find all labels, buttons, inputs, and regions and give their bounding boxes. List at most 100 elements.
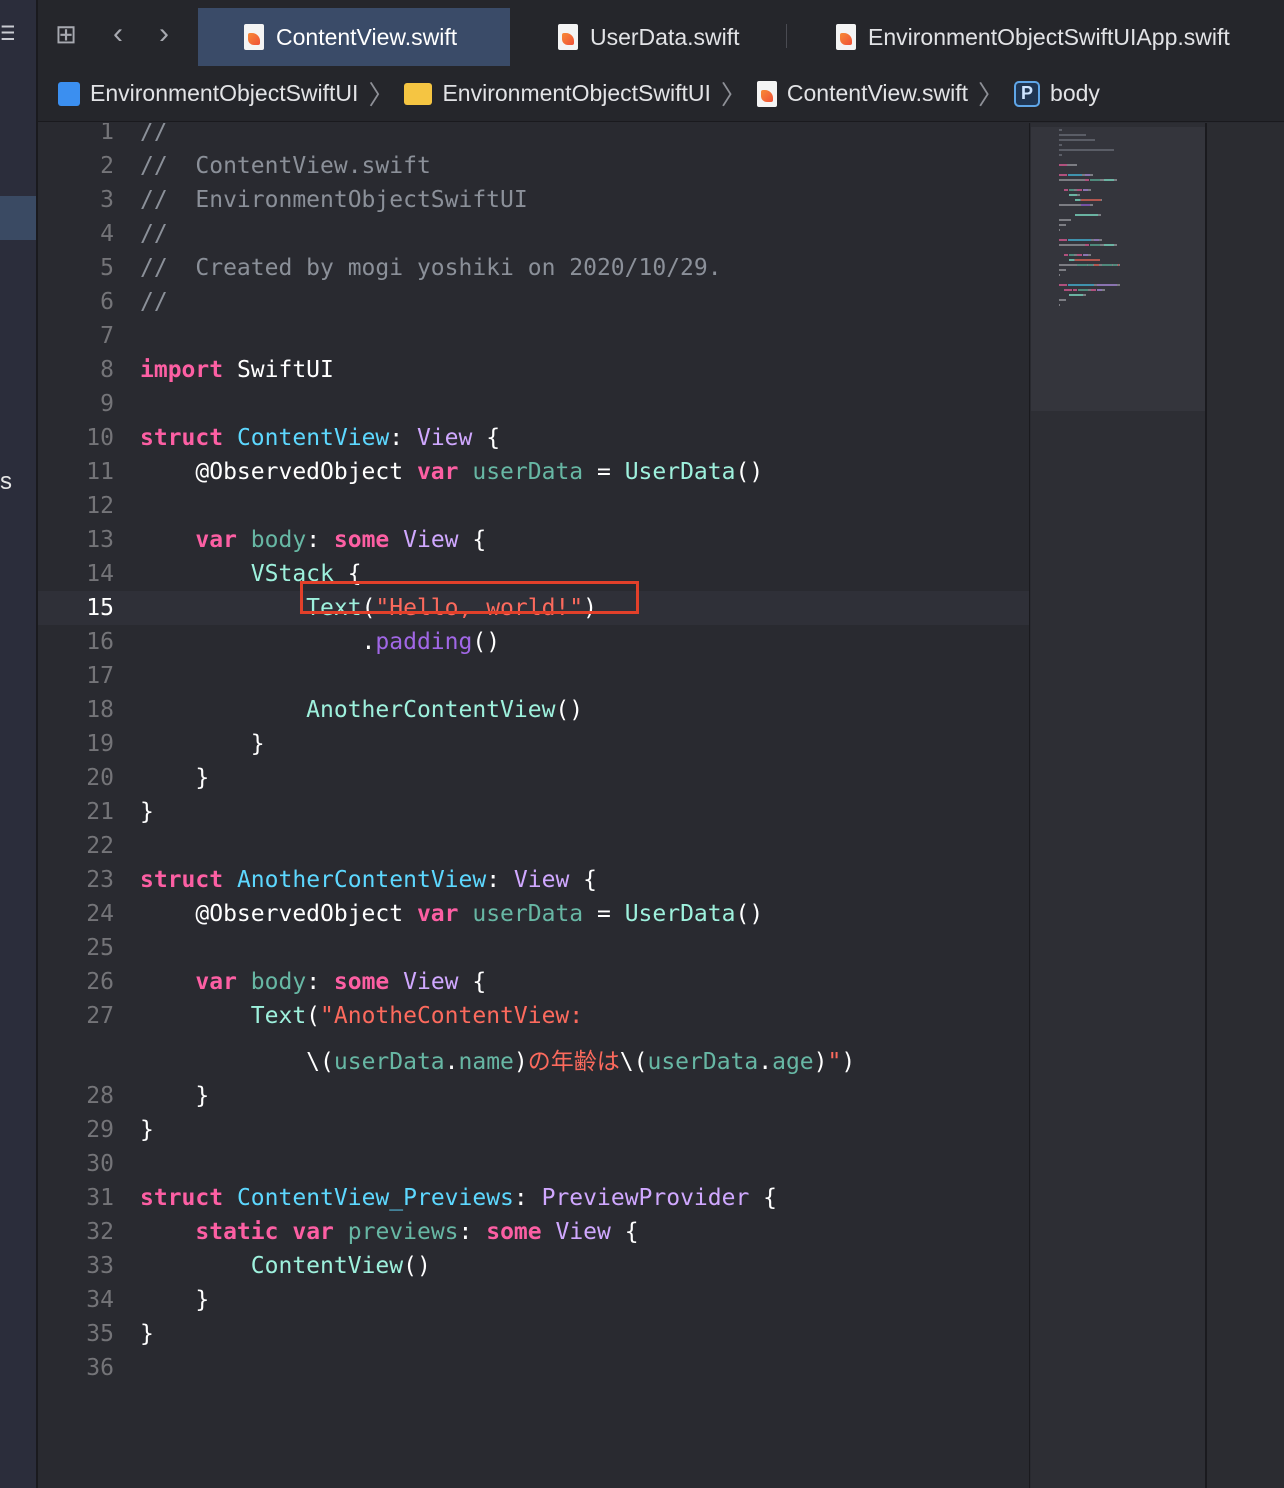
code-line[interactable]: 13 var body: some View { <box>38 523 1030 557</box>
code-line[interactable]: 3 // EnvironmentObjectSwiftUI <box>38 183 1030 217</box>
list-icon[interactable]: ☰ <box>0 22 14 46</box>
code-line[interactable]: 28 } <box>38 1079 1030 1113</box>
code-line[interactable]: 22 <box>38 829 1030 863</box>
minimap-line <box>1114 244 1117 246</box>
code-token: var <box>416 901 459 927</box>
code-line[interactable]: 34 } <box>38 1283 1030 1317</box>
code-line[interactable]: 9 <box>38 387 1030 421</box>
code-token: var <box>292 1219 334 1245</box>
tab-userdata[interactable]: UserData.swift <box>558 8 740 66</box>
navigator-selected-row[interactable] <box>0 196 36 240</box>
breadcrumb-label: EnvironmentObjectSwiftUI <box>442 80 711 106</box>
breadcrumb-folder[interactable]: EnvironmentObjectSwiftUI <box>404 80 711 107</box>
minimap-line <box>1085 179 1089 181</box>
code-line[interactable]: 29} <box>38 1113 1030 1147</box>
code-line[interactable]: 18 AnotherContentView() <box>38 693 1030 727</box>
code-token: View <box>403 969 459 995</box>
code-line[interactable]: 1 // <box>38 123 1030 149</box>
line-number: 5 <box>100 255 114 281</box>
code-line[interactable]: 32 static var previews: some View { <box>38 1215 1030 1249</box>
code-line[interactable]: 12 <box>38 489 1030 523</box>
swift-file-icon <box>836 24 856 50</box>
minimap-viewport[interactable] <box>1031 127 1205 411</box>
code-token: ContentView <box>236 425 390 451</box>
code-line[interactable]: 26 var body: some View { <box>38 965 1030 999</box>
chevron-right-icon: 〉 <box>720 80 747 110</box>
breadcrumb: EnvironmentObjectSwiftUI 〉 EnvironmentOb… <box>38 66 1284 122</box>
code-line[interactable]: 7 <box>38 319 1030 353</box>
code-token: body <box>250 527 307 553</box>
code-line[interactable]: 10 struct ContentView: View { <box>38 421 1030 455</box>
code-line[interactable]: 5 // Created by mogi yoshiki on 2020/10/2… <box>38 251 1030 285</box>
code-line[interactable]: 36 <box>38 1351 1030 1385</box>
minimap-line <box>1059 149 1114 151</box>
code-text: struct ContentView: View { <box>140 421 500 455</box>
tab-contentview[interactable]: ContentView.swift <box>198 8 510 66</box>
minimap-line <box>1059 299 1066 301</box>
line-number: 33 <box>86 1253 114 1279</box>
breadcrumb-project[interactable]: EnvironmentObjectSwiftUI <box>58 80 358 107</box>
code-line[interactable]: \(userData.name)の年齢は\(userData.age)") <box>38 1045 1030 1079</box>
minimap-line <box>1090 174 1093 176</box>
code-line[interactable]: 17 <box>38 659 1030 693</box>
code-token: " <box>827 1049 842 1075</box>
code-line[interactable]: 27 Text("AnotheContentView: <box>38 999 1030 1033</box>
code-text: // EnvironmentObjectSwiftUI <box>140 183 528 217</box>
minimap-line <box>1067 164 1077 166</box>
minimap-line <box>1059 244 1085 246</box>
code-token: { <box>610 1219 639 1245</box>
code-line[interactable]: 23 struct AnotherContentView: View { <box>38 863 1030 897</box>
line-number: 9 <box>100 391 114 417</box>
code-line[interactable]: 33 ContentView() <box>38 1249 1030 1283</box>
tab-app[interactable]: EnvironmentObjectSwiftUIApp.swift <box>836 8 1230 66</box>
code-token: : <box>389 425 417 451</box>
breadcrumb-symbol[interactable]: P body <box>1014 80 1100 107</box>
code-line[interactable]: 30 <box>38 1147 1030 1181</box>
code-token: } <box>140 1117 154 1143</box>
tab-label: EnvironmentObjectSwiftUIApp.swift <box>868 23 1230 50</box>
navigator-edge: ☰ s <box>0 0 38 1488</box>
code-token: struct <box>140 867 224 893</box>
minimap-line <box>1059 179 1085 181</box>
code-line[interactable]: 4 // <box>38 217 1030 251</box>
code-token: ) <box>841 1049 856 1075</box>
swift-file-icon <box>244 24 264 50</box>
breadcrumb-label: ContentView.swift <box>786 80 969 106</box>
code-line[interactable]: 11 @ObservedObject var userData = UserDa… <box>38 455 1030 489</box>
minimap-line <box>1068 174 1082 176</box>
code-line[interactable]: 25 <box>38 931 1030 965</box>
back-chevron-icon[interactable]: ‹ <box>104 19 132 49</box>
code-line[interactable]: 35} <box>38 1317 1030 1351</box>
forward-chevron-icon[interactable]: › <box>150 19 178 49</box>
code-line[interactable]: 16 .padding() <box>38 625 1030 659</box>
code-line[interactable]: 6 // <box>38 285 1030 319</box>
minimap-line <box>1069 294 1083 296</box>
minimap-line <box>1064 189 1068 191</box>
navigator-clipped-text: s <box>0 468 12 495</box>
code-editor[interactable]: 1 // 2 // ContentView.swift 3 // EnvironmentO… <box>38 123 1030 1488</box>
tab-bar: ⊞ ‹ › ContentView.swift UserData.swift E… <box>38 0 1284 67</box>
breadcrumb-file[interactable]: ContentView.swift <box>756 80 969 107</box>
code-line[interactable]: 19 } <box>38 727 1030 761</box>
code-line[interactable]: 8 import SwiftUI <box>38 353 1030 387</box>
code-token: // EnvironmentObjectSwiftUI <box>140 187 528 213</box>
minimap-line <box>1083 294 1086 296</box>
code-line[interactable]: 24 @ObservedObject var userData = UserDa… <box>38 897 1030 931</box>
code-line[interactable]: 2 // ContentView.swift <box>38 149 1030 183</box>
code-line[interactable]: 31 struct ContentView_Previews: PreviewPr… <box>38 1181 1030 1215</box>
line-number: 2 <box>100 153 114 179</box>
line-number: 30 <box>86 1151 114 1177</box>
code-text: } <box>140 761 209 795</box>
code-line[interactable]: 21} <box>38 795 1030 829</box>
grid-icon[interactable]: ⊞ <box>52 20 80 48</box>
tab-divider <box>786 24 787 48</box>
code-line[interactable]: 20 } <box>38 761 1030 795</box>
code-token: var <box>195 527 237 553</box>
minimap[interactable] <box>1031 123 1205 1488</box>
